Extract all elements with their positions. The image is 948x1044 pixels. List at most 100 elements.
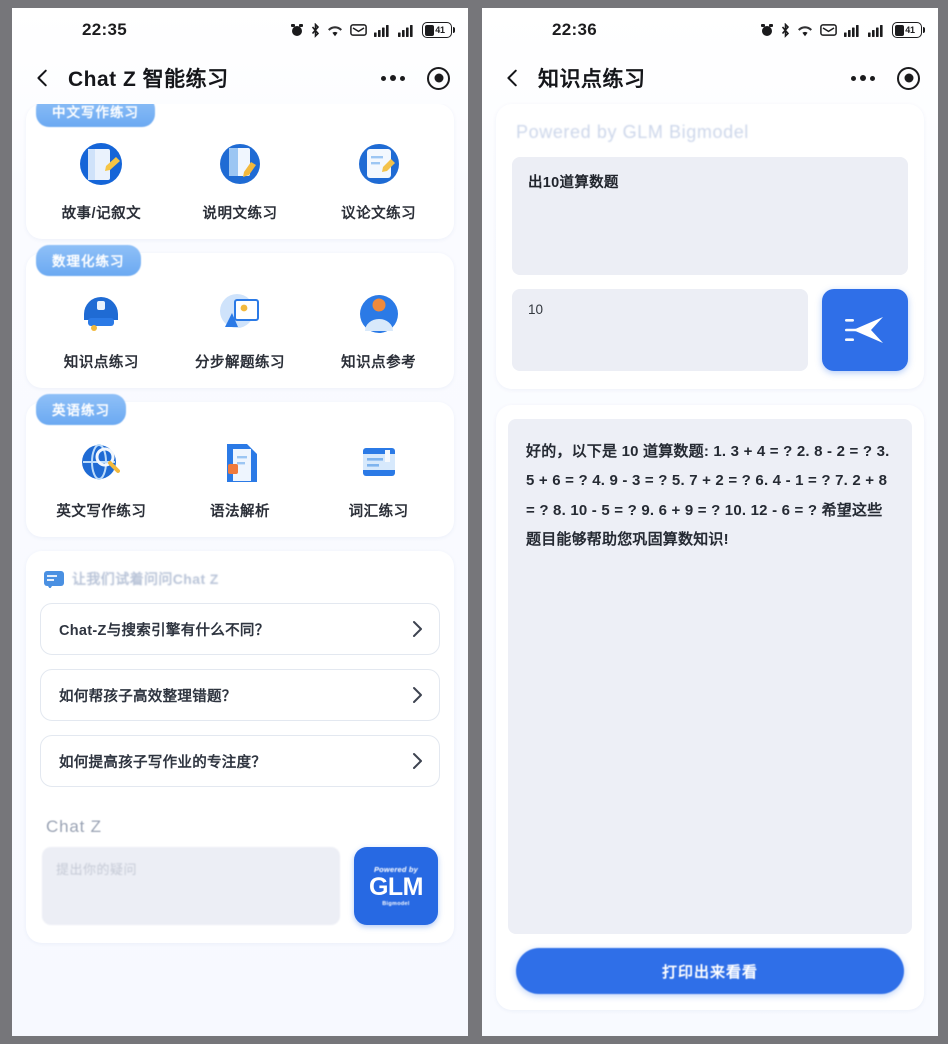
target-icon[interactable]: [427, 66, 450, 90]
dual-screenshot-frame: 22:35 41 Chat Z 智能练习 中文写作练习 故事/记叙文 说明文练习…: [0, 0, 948, 1044]
suggestion-text: 如何帮孩子高效整理错题？: [59, 688, 237, 705]
battery-level: 41: [905, 25, 915, 35]
tile-label: 故事/记叙文: [61, 206, 142, 222]
signal-icon: [398, 24, 413, 37]
left-nav-bar: Chat Z 智能练习: [12, 52, 468, 104]
bottom-spacer: [482, 1024, 938, 1036]
tile-row: 知识点练习 分步解题练习 知识点参考: [26, 283, 454, 372]
chevron-right-icon: [413, 687, 422, 703]
signal-icon: [868, 24, 883, 37]
compose-row: 提出你的疑问 Powered by GLM Bigmodel: [40, 847, 440, 925]
print-button[interactable]: 打印出来看看: [516, 948, 904, 994]
more-icon[interactable]: [381, 75, 405, 81]
nav-actions: [381, 66, 450, 90]
suggestions-card: 让我们试着问问Chat Z Chat-Z与搜索引擎有什么不同？ 如何帮孩子高效整…: [26, 551, 454, 943]
tile-label: 语法解析: [210, 504, 270, 520]
tile-label: 英文写作练习: [56, 504, 147, 520]
globe-search-icon: [74, 436, 128, 490]
battery-icon: 41: [422, 22, 455, 38]
chat-input[interactable]: 提出你的疑问: [42, 847, 340, 925]
page-title: 知识点练习: [538, 68, 646, 91]
tile-label: 知识点参考: [341, 355, 417, 371]
right-phone-screen: 22:36 41 知识点练习 Powered by GLM Bigmodel 出…: [482, 8, 938, 1036]
right-status-bar: 22:36 41: [482, 8, 938, 52]
notepad-icon: [352, 138, 406, 192]
right-nav-bar: 知识点练习: [482, 52, 938, 104]
suggestion-item[interactable]: 如何提高孩子写作业的专注度？: [40, 735, 440, 787]
nav-actions: [851, 66, 920, 90]
book-pencil-icon: [213, 138, 267, 192]
status-icon-group: 41: [290, 22, 455, 38]
suggestions-heading: 让我们试着问问Chat Z: [72, 571, 219, 587]
tile-label: 分步解题练习: [195, 355, 285, 371]
chat-bubble-icon: [44, 570, 64, 588]
status-icon-group: 41: [760, 22, 925, 38]
tile-knowledge-point-practice[interactable]: 知识点练习: [32, 287, 171, 372]
tile-label: 词汇练习: [348, 504, 409, 520]
alarm-icon: [761, 24, 773, 36]
battery-level: 41: [435, 25, 445, 35]
suggestion-item[interactable]: Chat-Z与搜索引擎有什么不同？: [40, 603, 440, 655]
group-card-science-math: 数理化练习 知识点练习 分步解题练习 知识点参考: [26, 245, 454, 388]
tile-label: 议论文练习: [341, 206, 417, 222]
send-button[interactable]: [822, 289, 908, 371]
alarm-icon: [291, 24, 303, 36]
tile-knowledge-reference[interactable]: 知识点参考: [309, 287, 448, 372]
tile-row: 故事/记叙文 说明文练习 议论文练习: [26, 134, 454, 223]
group-card-chinese-writing: 中文写作练习 故事/记叙文 说明文练习 议论文练习: [26, 104, 454, 239]
tile-grammar-analysis[interactable]: 语法解析: [171, 436, 310, 521]
card-stack-icon: [352, 436, 406, 490]
group-tag: 数理化练习: [36, 245, 141, 276]
wifi-icon: [798, 25, 812, 36]
document-pen-icon: [74, 138, 128, 192]
tile-argumentative-writing[interactable]: 议论文练习: [309, 138, 448, 223]
mail-icon: [820, 24, 837, 36]
count-row: 10: [512, 289, 908, 371]
status-time: 22:35: [82, 20, 127, 39]
tile-expository-writing[interactable]: 说明文练习: [171, 138, 310, 223]
glm-wordmark: GLM: [368, 873, 424, 902]
left-status-bar: 22:35 41: [12, 8, 468, 52]
answer-text: 好的，以下是 10 道算数题: 1. 3 + 4 = ? 2. 8 - 2 = …: [508, 419, 912, 934]
send-plane-icon: [845, 317, 883, 343]
tile-stepwise-solving[interactable]: 分步解题练习: [171, 287, 310, 372]
tile-story-narrative[interactable]: 故事/记叙文: [32, 138, 171, 223]
whiteboard-icon: [213, 287, 267, 341]
tile-row: 英文写作练习 语法解析 词汇练习: [26, 432, 454, 521]
count-input[interactable]: 10: [512, 289, 808, 371]
back-icon[interactable]: [32, 67, 54, 89]
tile-vocabulary-practice[interactable]: 词汇练习: [309, 436, 448, 521]
left-content: 中文写作练习 故事/记叙文 说明文练习 议论文练习 数理化练习 知识点练习 分步…: [12, 104, 468, 1036]
suggestion-text: 如何提高孩子写作业的专注度？: [59, 754, 267, 771]
back-icon[interactable]: [502, 67, 524, 89]
page-title: Chat Z 智能练习: [68, 68, 229, 91]
powered-by-label: Powered by GLM Bigmodel: [516, 122, 749, 142]
glm-bigmodel-label: Bigmodel: [382, 900, 410, 907]
answer-card: 好的，以下是 10 道算数题: 1. 3 + 4 = ? 2. 8 - 2 = …: [496, 405, 924, 1010]
tile-label: 说明文练习: [202, 206, 278, 222]
group-card-english: 英语练习 英文写作练习 语法解析 词汇练习: [26, 394, 454, 537]
prompt-card: Powered by GLM Bigmodel 出10道算数题 10: [496, 104, 924, 389]
documents-icon: [213, 436, 267, 490]
bluetooth-icon: [781, 22, 790, 38]
more-icon[interactable]: [851, 75, 875, 81]
prompt-textarea[interactable]: 出10道算数题: [512, 157, 908, 275]
tile-english-writing[interactable]: 英文写作练习: [32, 436, 171, 521]
suggestion-text: Chat-Z与搜索引擎有什么不同？: [59, 622, 270, 639]
wifi-icon: [328, 25, 342, 36]
status-time: 22:36: [552, 20, 597, 39]
tile-label: 知识点练习: [63, 355, 139, 371]
student-icon: [352, 287, 406, 341]
target-icon[interactable]: [897, 66, 920, 90]
left-phone-screen: 22:35 41 Chat Z 智能练习 中文写作练习 故事/记叙文 说明文练习…: [12, 8, 468, 1036]
chevron-right-icon: [413, 753, 422, 769]
battery-icon: 41: [892, 22, 925, 38]
suggestion-item[interactable]: 如何帮孩子高效整理错题？: [40, 669, 440, 721]
graduation-cap-icon: [74, 287, 128, 341]
compose-label: Chat Z: [46, 817, 102, 836]
glm-powered-button[interactable]: Powered by GLM Bigmodel: [354, 847, 438, 925]
group-tag: 中文写作练习: [36, 104, 155, 127]
group-tag: 英语练习: [36, 394, 126, 425]
chevron-right-icon: [413, 621, 422, 637]
bluetooth-icon: [311, 22, 320, 38]
